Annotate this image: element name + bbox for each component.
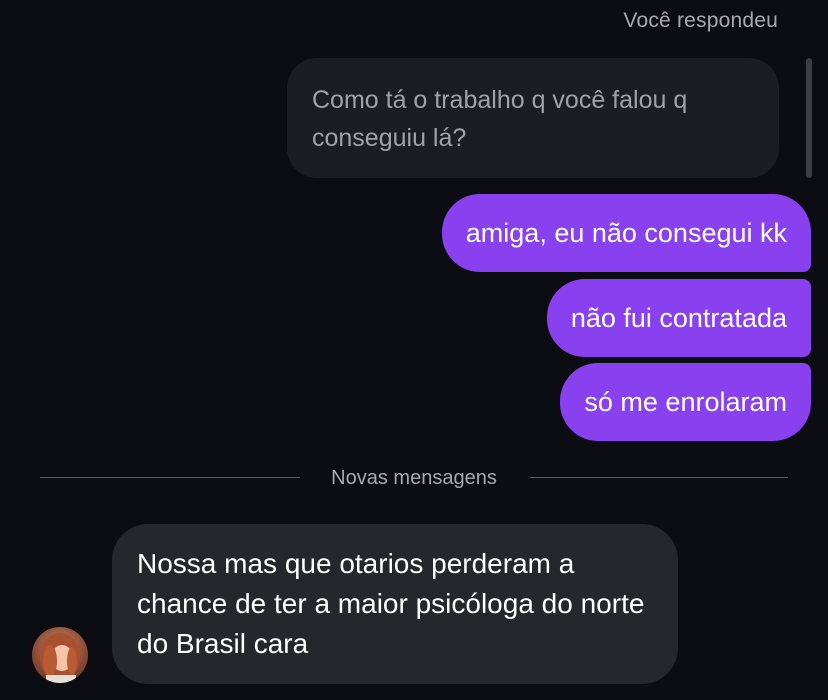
divider-line <box>530 477 788 478</box>
avatar[interactable] <box>32 627 88 683</box>
scrollbar[interactable] <box>806 58 812 178</box>
chat-thread: Você respondeu Como tá o trabalho q você… <box>0 0 828 700</box>
profile-photo-icon <box>32 627 88 683</box>
sent-message-bubble[interactable]: não fui contratada <box>546 279 811 357</box>
sent-message-text: amiga, eu não consegui kk <box>465 218 787 248</box>
quoted-message-bubble[interactable]: Como tá o trabalho q você falou q conseg… <box>287 58 779 178</box>
sent-message-text: só me enrolaram <box>584 387 787 417</box>
sent-message-bubble[interactable]: amiga, eu não consegui kk <box>441 194 811 272</box>
new-messages-divider: Novas mensagens <box>40 464 788 492</box>
reply-indicator-label: Você respondeu <box>623 9 778 32</box>
sent-message-bubble[interactable]: só me enrolaram <box>560 363 811 441</box>
received-message-bubble[interactable]: Nossa mas que otarios perderam a chance … <box>112 524 678 684</box>
quoted-message-text: Como tá o trabalho q você falou q conseg… <box>312 86 688 152</box>
sent-message-text: não fui contratada <box>570 303 787 333</box>
received-message-text: Nossa mas que otarios perderam a chance … <box>137 548 645 659</box>
new-messages-label: Novas mensagens <box>331 467 497 489</box>
